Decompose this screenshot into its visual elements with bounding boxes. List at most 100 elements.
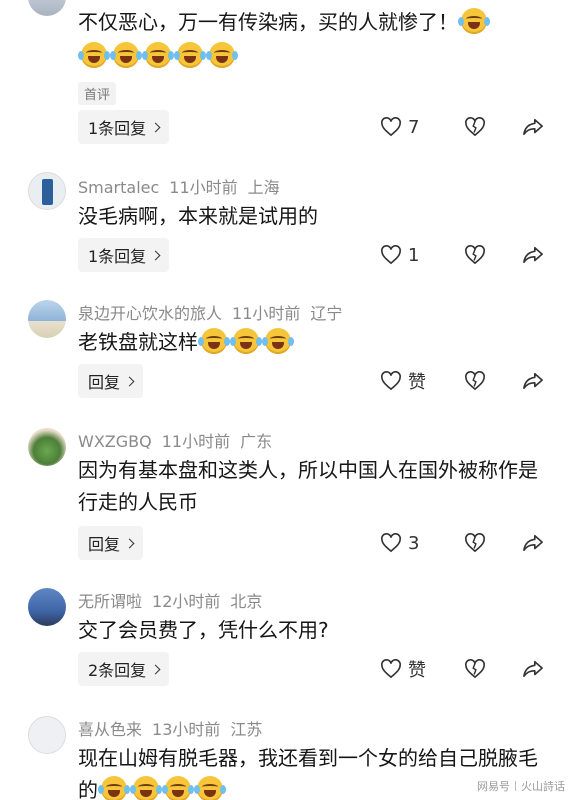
share-button[interactable] <box>522 659 544 679</box>
comment-actions: 赞 <box>380 364 543 398</box>
share-button[interactable] <box>522 245 544 265</box>
reply-label: 2条回复 <box>88 661 147 680</box>
comment-text: 交了会员费了，凭什么不用? <box>78 618 329 642</box>
share-arrow-icon <box>522 245 544 265</box>
timestamp: 11小时前 <box>232 304 301 323</box>
laughing-tears-emoji <box>130 776 162 800</box>
broken-heart-icon <box>464 245 486 265</box>
share-arrow-icon <box>522 659 544 679</box>
broken-heart-icon <box>464 117 486 137</box>
like-count: 赞 <box>408 660 426 681</box>
share-arrow-icon <box>522 371 544 391</box>
reply-button[interactable]: 2条回复 <box>78 652 170 686</box>
comment-actions: 3 <box>380 526 543 560</box>
reply-label: 1条回复 <box>88 119 147 138</box>
dislike-button[interactable] <box>464 117 486 137</box>
dislike-button[interactable] <box>464 245 486 265</box>
broken-heart-icon <box>464 533 486 553</box>
chevron-right-icon <box>124 538 135 548</box>
laughing-tears-emoji <box>230 328 262 354</box>
reply-button[interactable]: 1条回复 <box>78 238 170 272</box>
broken-heart-icon <box>464 371 486 391</box>
avatar[interactable] <box>28 428 66 466</box>
chevron-right-icon <box>150 250 161 260</box>
watermark-divider <box>515 781 516 791</box>
heart-outline-icon <box>380 371 402 391</box>
heart-outline-icon <box>380 117 402 137</box>
share-button[interactable] <box>522 533 544 553</box>
comment-text: 老铁盘就这样 <box>78 326 548 358</box>
avatar[interactable] <box>28 172 66 210</box>
heart-outline-icon <box>380 533 402 553</box>
heart-outline-icon <box>380 659 402 679</box>
comment-actions: 7 <box>380 110 543 144</box>
location: 辽宁 <box>310 304 343 323</box>
location: 广东 <box>240 432 273 451</box>
laughing-tears-emoji <box>262 328 294 354</box>
comment-actions: 赞 <box>380 652 543 686</box>
dislike-button[interactable] <box>464 371 486 391</box>
laughing-tears-emoji <box>110 42 142 68</box>
location: 上海 <box>247 178 280 197</box>
laughing-tears-emoji <box>98 776 130 800</box>
reply-label: 回复 <box>88 535 121 554</box>
reply-button[interactable]: 1条回复 <box>78 110 170 144</box>
share-arrow-icon <box>522 533 544 553</box>
chevron-right-icon <box>124 376 135 386</box>
chevron-right-icon <box>150 122 161 132</box>
comment-text: 不仅恶心，万一有传染病，买的人就惨了！ <box>78 6 548 38</box>
like-count: 赞 <box>408 372 426 393</box>
reply-label: 1条回复 <box>88 247 147 266</box>
comment-meta: 喜从色来 13小时前 江苏 <box>78 716 272 740</box>
username[interactable]: 喜从色来 <box>78 720 142 739</box>
chevron-right-icon <box>150 664 161 674</box>
username[interactable]: 无所谓啦 <box>78 592 142 611</box>
timestamp: 13小时前 <box>152 720 221 739</box>
first-comment-badge: 首评 <box>78 82 117 105</box>
location: 北京 <box>230 592 263 611</box>
laughing-tears-emoji <box>198 328 230 354</box>
like-count: 1 <box>408 244 420 266</box>
reply-button[interactable]: 回复 <box>78 526 144 560</box>
laughing-tears-emoji <box>206 42 238 68</box>
share-button[interactable] <box>522 117 544 137</box>
watermark-author: 火山詩话 <box>521 780 565 793</box>
username[interactable]: WXZGBQ <box>78 432 152 451</box>
comment-meta: 无所谓啦 12小时前 北京 <box>78 588 272 612</box>
comment-text: 没毛病啊，本来就是试用的 <box>78 204 318 228</box>
reply-button[interactable]: 回复 <box>78 364 144 398</box>
heart-outline-icon <box>380 245 402 265</box>
laughing-tears-emoji <box>162 776 194 800</box>
comment-emoji-row <box>78 40 548 72</box>
laughing-tears-emoji <box>142 42 174 68</box>
comment-meta: 泉边开心饮水的旅人 11小时前 辽宁 <box>78 300 352 324</box>
comment-meta: Smartalec 11小时前 上海 <box>78 174 290 198</box>
like-button[interactable]: 7 <box>380 117 450 138</box>
avatar[interactable] <box>28 716 66 754</box>
share-arrow-icon <box>522 117 544 137</box>
like-count: 3 <box>408 532 420 554</box>
broken-heart-icon <box>464 659 486 679</box>
dislike-button[interactable] <box>464 659 486 679</box>
laughing-tears-emoji <box>78 42 110 68</box>
username[interactable]: Smartalec <box>78 178 159 197</box>
comment-text: 因为有基本盘和这类人，所以中国人在国外被称作是行走的人民币 <box>78 458 538 514</box>
like-button[interactable]: 1 <box>380 245 450 266</box>
timestamp: 12小时前 <box>152 592 221 611</box>
avatar[interactable] <box>28 0 66 16</box>
watermark-source: 网易号 <box>477 780 510 793</box>
avatar[interactable] <box>28 588 66 626</box>
avatar[interactable] <box>28 300 66 338</box>
laughing-tears-emoji <box>194 776 226 800</box>
username[interactable]: 泉边开心饮水的旅人 <box>78 304 222 323</box>
dislike-button[interactable] <box>464 533 486 553</box>
like-button[interactable]: 赞 <box>380 656 450 682</box>
like-button[interactable]: 赞 <box>380 368 450 394</box>
comment-meta: WXZGBQ 11小时前 广东 <box>78 428 282 452</box>
watermark: 网易号 火山詩话 <box>477 778 565 794</box>
location: 江苏 <box>230 720 263 739</box>
like-button[interactable]: 3 <box>380 533 450 554</box>
laughing-tears-emoji <box>174 42 206 68</box>
share-button[interactable] <box>522 371 544 391</box>
comment-actions: 1 <box>380 238 543 272</box>
